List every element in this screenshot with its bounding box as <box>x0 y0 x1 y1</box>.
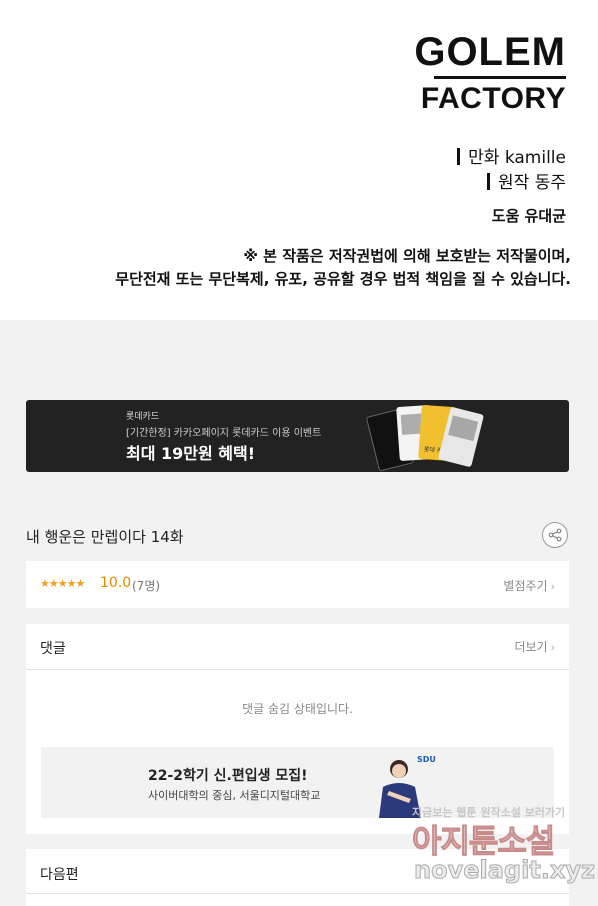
comments-header: 댓글 더보기 › <box>26 624 569 670</box>
share-button[interactable] <box>542 522 568 548</box>
comments-title: 댓글 <box>40 641 66 657</box>
logo-line2: FACTORY <box>420 82 566 115</box>
copyright-notice: ※ 본 작품은 저작권법에 의해 보호받는 저작물이며, 무단전재 또는 무단복… <box>115 245 571 291</box>
credit-bar <box>457 148 461 165</box>
banner-headline: 최대 19만원 혜택! <box>126 444 256 463</box>
card-images: 롯데 카드 <box>364 402 485 472</box>
notice-line1: ※ 본 작품은 저작권법에 의해 보호받는 저작물이며, <box>243 247 571 265</box>
share-icon <box>548 528 562 542</box>
banner-brand: 롯데카드 <box>126 412 160 422</box>
ad-logo: SDU <box>417 755 436 764</box>
chevron-right-icon: › <box>550 580 555 593</box>
rate-button[interactable]: 별점주기 › <box>503 577 555 594</box>
comments-more-label: 더보기 <box>514 640 548 654</box>
notice-line2: 무단전재 또는 무단복제, 유포, 공유할 경우 법적 책임을 질 수 있습니다… <box>115 270 571 288</box>
art-credit-text: 만화 kamille <box>468 148 566 168</box>
episode-credits-page: GOLEM FACTORY 만화 kamille 원작 동주 도움 유대균 ※ … <box>0 0 598 320</box>
banner-subtitle: [기간한정] 카카오페이지 롯데카드 이용 이벤트 <box>126 428 322 439</box>
credit-bar <box>487 173 491 190</box>
assist-credit: 도움 유대균 <box>491 207 566 225</box>
site-watermark: 지금보는 웹툰 원작소설 보러가기 아지툰소설 novelagit.xyz <box>410 800 595 900</box>
rating-panel: ★★★★★ 10.0 (7명) 별점주기 › <box>26 561 569 608</box>
ad-headline: 22-2학기 신.편입생 모집! <box>148 768 308 784</box>
ad-subline: 사이버대학의 중심, 서울디지털대학교 <box>148 789 321 802</box>
logo-line1: GOLEM <box>414 30 566 74</box>
art-credit: 만화 kamille <box>457 143 566 168</box>
golem-factory-logo: GOLEM FACTORY <box>414 30 566 116</box>
episode-title: 내 행운은 만렙이다 14화 <box>26 528 184 546</box>
story-credit-text: 원작 동주 <box>498 173 566 193</box>
rating-count: (7명) <box>132 579 161 593</box>
rate-button-label: 별점주기 <box>503 579 548 593</box>
story-credit: 원작 동주 <box>487 168 566 193</box>
comments-more-link[interactable]: 더보기 › <box>514 638 555 655</box>
watermark-line3: novelagit.xyz <box>413 856 596 885</box>
chevron-right-icon: › <box>550 641 555 654</box>
star-rating-icon: ★★★★★ <box>40 577 85 590</box>
logo-divider <box>434 76 566 79</box>
next-episode-title: 다음편 <box>40 867 79 883</box>
rating-score: 10.0 <box>100 575 132 591</box>
lotte-card-ad-banner[interactable]: 롯데카드 [기간한정] 카카오페이지 롯데카드 이용 이벤트 최대 19만원 혜… <box>26 400 569 472</box>
comments-hidden-message: 댓글 숨김 상태입니다. <box>242 702 353 716</box>
